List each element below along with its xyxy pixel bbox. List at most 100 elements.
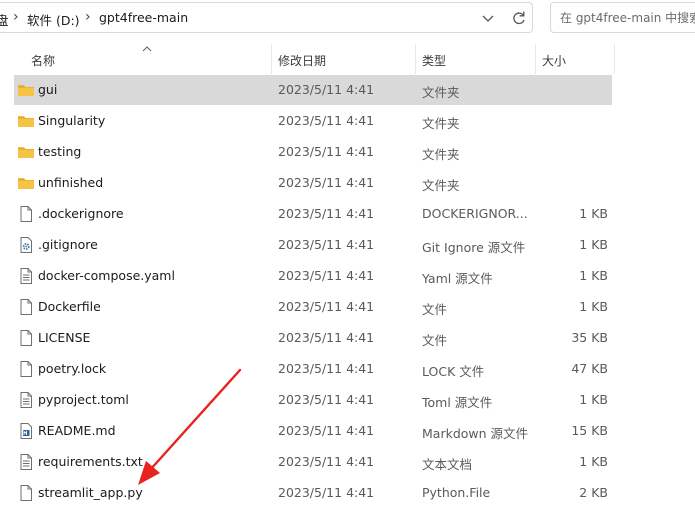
file-row[interactable]: testing 2023/5/11 4:41 文件夹 <box>14 137 612 167</box>
file-size: 1 KB <box>579 454 608 469</box>
file-row[interactable]: Dockerfile 2023/5/11 4:41 文件 1 KB <box>14 292 612 322</box>
search-input[interactable] <box>560 11 695 25</box>
refresh-icon[interactable] <box>510 8 528 28</box>
sort-ascending-icon <box>142 46 152 52</box>
breadcrumb-folder[interactable]: gpt4free-main <box>99 10 188 25</box>
file-type: 文本文档 <box>422 457 473 472</box>
file-row[interactable]: requirements.txt 2023/5/11 4:41 文本文档 1 KB <box>14 447 612 477</box>
column-header-modified[interactable]: 修改日期 <box>278 52 326 69</box>
folder-icon <box>17 174 35 192</box>
file-modified-date: 2023/5/11 4:41 <box>278 330 375 345</box>
file-type: Yaml 源文件 <box>422 271 493 286</box>
column-header-row: 名称 修改日期 类型 大小 <box>0 44 695 74</box>
file-type: LOCK 文件 <box>422 364 485 379</box>
file-icon <box>17 298 35 316</box>
file-size: 1 KB <box>579 392 608 407</box>
text-file-icon <box>17 267 35 285</box>
file-size: 15 KB <box>571 423 608 438</box>
folder-icon <box>17 81 35 99</box>
file-size: 1 KB <box>579 206 608 221</box>
file-modified-date: 2023/5/11 4:41 <box>278 485 375 500</box>
breadcrumb-truncated[interactable]: 盘 <box>0 10 9 29</box>
file-icon <box>17 329 35 347</box>
file-type: Toml 源文件 <box>422 395 493 410</box>
file-name: gui <box>38 82 58 97</box>
file-row[interactable]: docker-compose.yaml 2023/5/11 4:41 Yaml 源文… <box>14 261 612 291</box>
file-name: README.md <box>38 423 116 438</box>
column-header-size[interactable]: 大小 <box>542 52 566 69</box>
file-type: 文件夹 <box>422 178 460 193</box>
file-name: LICENSE <box>38 330 91 345</box>
column-header-type[interactable]: 类型 <box>422 52 446 69</box>
file-row[interactable]: poetry.lock 2023/5/11 4:41 LOCK 文件 47 KB <box>14 354 612 384</box>
file-size: 2 KB <box>579 485 608 500</box>
column-divider[interactable] <box>614 44 615 74</box>
folder-icon <box>17 112 35 130</box>
file-modified-date: 2023/5/11 4:41 <box>278 144 375 159</box>
file-type: 文件 <box>422 333 448 348</box>
column-divider[interactable] <box>415 44 416 74</box>
text-file-icon <box>17 391 35 409</box>
file-modified-date: 2023/5/11 4:41 <box>278 361 375 376</box>
column-divider[interactable] <box>271 44 272 74</box>
file-icon <box>17 484 35 502</box>
file-icon <box>17 205 35 223</box>
breadcrumb-drive[interactable]: 软件 (D:) <box>27 10 80 29</box>
text-file-icon <box>17 453 35 471</box>
file-name: pyproject.toml <box>38 392 129 407</box>
file-type: Python.File <box>422 485 491 500</box>
file-name: Singularity <box>38 113 106 128</box>
file-row[interactable]: LICENSE 2023/5/11 4:41 文件 35 KB <box>14 323 612 353</box>
file-name: streamlit_app.py <box>38 485 143 500</box>
file-type: Git Ignore 源文件 <box>422 240 526 255</box>
file-row[interactable]: pyproject.toml 2023/5/11 4:41 Toml 源文件 1 KB <box>14 385 612 415</box>
file-modified-date: 2023/5/11 4:41 <box>278 82 375 97</box>
file-modified-date: 2023/5/11 4:41 <box>278 206 375 221</box>
file-type: DOCKERIGNOR... <box>422 206 528 221</box>
file-type: 文件夹 <box>422 85 460 100</box>
file-row[interactable]: Singularity 2023/5/11 4:41 文件夹 <box>14 106 612 136</box>
address-bar[interactable]: 盘 › 软件 (D:) › gpt4free-main <box>0 2 533 33</box>
file-size: 47 KB <box>571 361 608 376</box>
file-row[interactable]: README.md 2023/5/11 4:41 Markdown 源文件 15 KB <box>14 416 612 446</box>
search-box[interactable] <box>550 2 695 33</box>
gear-file-icon <box>17 236 35 254</box>
file-row[interactable]: unfinished 2023/5/11 4:41 文件夹 <box>14 168 612 198</box>
file-modified-date: 2023/5/11 4:41 <box>278 175 375 190</box>
file-modified-date: 2023/5/11 4:41 <box>278 423 375 438</box>
file-row[interactable]: gui 2023/5/11 4:41 文件夹 <box>14 75 612 105</box>
file-name: Dockerfile <box>38 299 101 314</box>
file-name: requirements.txt <box>38 454 143 469</box>
file-name: poetry.lock <box>38 361 107 376</box>
folder-icon <box>17 143 35 161</box>
breadcrumb-chevron-icon[interactable]: › <box>85 9 91 25</box>
file-row[interactable]: streamlit_app.py 2023/5/11 4:41 Python.Fil… <box>14 478 612 508</box>
file-type: 文件 <box>422 302 448 317</box>
file-modified-date: 2023/5/11 4:41 <box>278 299 375 314</box>
breadcrumb-chevron-icon[interactable]: › <box>13 9 19 25</box>
column-divider[interactable] <box>535 44 536 74</box>
file-modified-date: 2023/5/11 4:41 <box>278 268 375 283</box>
file-size: 35 KB <box>571 330 608 345</box>
file-modified-date: 2023/5/11 4:41 <box>278 392 375 407</box>
file-name: testing <box>38 144 82 159</box>
file-icon <box>17 360 35 378</box>
file-modified-date: 2023/5/11 4:41 <box>278 237 375 252</box>
file-name: docker-compose.yaml <box>38 268 175 283</box>
file-size: 1 KB <box>579 268 608 283</box>
file-name: .gitignore <box>38 237 98 252</box>
file-type: 文件夹 <box>422 147 460 162</box>
markdown-file-icon <box>17 422 35 440</box>
file-size: 1 KB <box>579 237 608 252</box>
file-row[interactable]: .gitignore 2023/5/11 4:41 Git Ignore 源文件 1 … <box>14 230 612 260</box>
file-name: .dockerignore <box>38 206 124 221</box>
file-type: Markdown 源文件 <box>422 426 529 441</box>
file-type: 文件夹 <box>422 116 460 131</box>
file-name: unfinished <box>38 175 104 190</box>
column-header-name[interactable]: 名称 <box>31 52 55 69</box>
file-modified-date: 2023/5/11 4:41 <box>278 113 375 128</box>
file-modified-date: 2023/5/11 4:41 <box>278 454 375 469</box>
chevron-down-icon[interactable] <box>479 7 497 29</box>
file-size: 1 KB <box>579 299 608 314</box>
file-row[interactable]: .dockerignore 2023/5/11 4:41 DOCKERIGNOR..… <box>14 199 612 229</box>
